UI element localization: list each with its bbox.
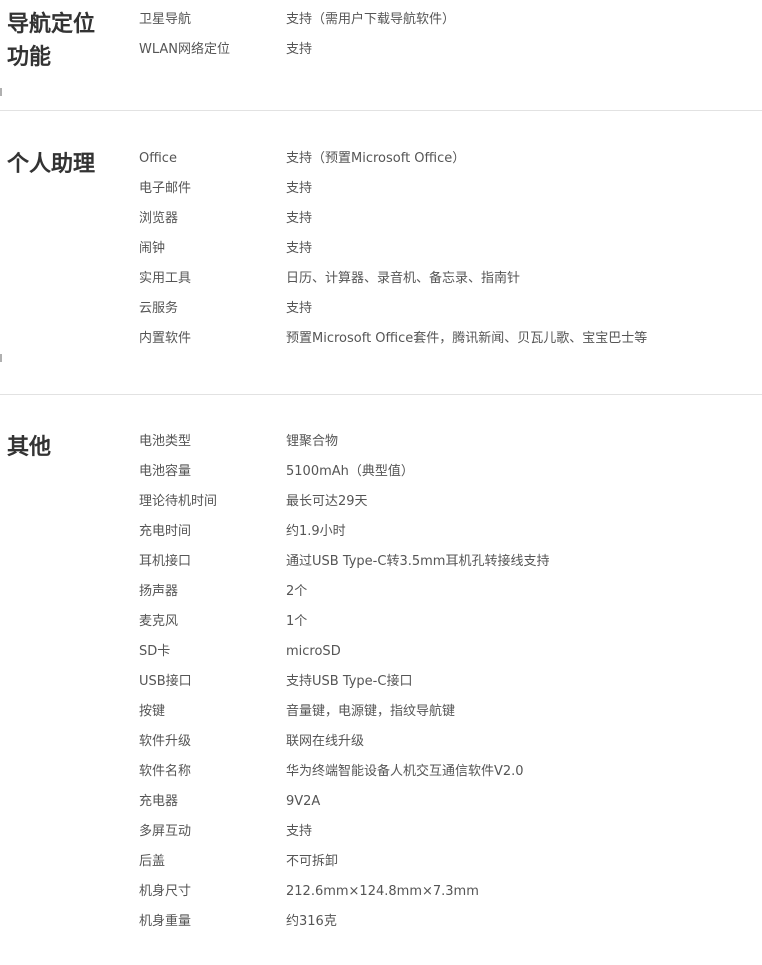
spec-key: 理论待机时间 xyxy=(139,494,218,509)
spec-key: 电池类型 xyxy=(139,434,192,449)
spec-row: 卫星导航 支持（需用户下载导航软件） xyxy=(0,5,762,35)
spec-key: 后盖 xyxy=(139,854,166,869)
spec-value: 约1.9小时 xyxy=(286,524,346,539)
spec-row: 充电时间 约1.9小时 xyxy=(0,517,762,547)
spec-row: 实用工具 日历、计算器、录音机、备忘录、指南针 xyxy=(0,264,762,294)
spec-key: 麦克风 xyxy=(139,614,179,629)
spec-value: 通过USB Type-C转3.5mm耳机孔转接线支持 xyxy=(286,554,550,569)
edge-mark xyxy=(0,88,2,96)
spec-row: 软件名称 华为终端智能设备人机交互通信软件V2.0 xyxy=(0,757,762,787)
spec-key: 耳机接口 xyxy=(139,554,192,569)
spec-row: 充电器 9V2A xyxy=(0,787,762,817)
spec-row: 电池类型 锂聚合物 xyxy=(0,427,762,457)
spec-value: 音量键，电源键，指纹导航键 xyxy=(286,704,456,719)
spec-key: 多屏互动 xyxy=(139,824,192,839)
spec-row: 按键 音量键，电源键，指纹导航键 xyxy=(0,697,762,727)
edge-mark xyxy=(0,354,2,362)
spec-key: 充电器 xyxy=(139,794,179,809)
spec-value: 锂聚合物 xyxy=(286,434,339,449)
spec-key: 软件名称 xyxy=(139,764,192,779)
spec-value: 1个 xyxy=(286,614,308,629)
spec-value: 支持 xyxy=(286,211,313,226)
spec-value: 支持（需用户下载导航软件） xyxy=(286,12,456,27)
spec-row: 多屏互动 支持 xyxy=(0,817,762,847)
spec-value: 最长可达29天 xyxy=(286,494,368,509)
spec-key: 闹钟 xyxy=(139,241,166,256)
spec-value: 日历、计算器、录音机、备忘录、指南针 xyxy=(286,271,521,286)
spec-value: 联网在线升级 xyxy=(286,734,365,749)
spec-row: 机身尺寸 212.6mm×124.8mm×7.3mm xyxy=(0,877,762,907)
spec-value: 约316克 xyxy=(286,914,337,929)
spec-row: 电池容量 5100mAh（典型值） xyxy=(0,457,762,487)
spec-value: 支持 xyxy=(286,181,313,196)
spec-key: SD卡 xyxy=(139,644,171,659)
spec-key: 电子邮件 xyxy=(139,181,192,196)
spec-row: 内置软件 预置Microsoft Office套件，腾讯新闻、贝瓦儿歌、宝宝巴士… xyxy=(0,324,762,354)
spec-row: 耳机接口 通过USB Type-C转3.5mm耳机孔转接线支持 xyxy=(0,547,762,577)
spec-key: 机身尺寸 xyxy=(139,884,192,899)
spec-key: 卫星导航 xyxy=(139,12,192,27)
spec-value: microSD xyxy=(286,644,341,659)
spec-value: 支持 xyxy=(286,824,313,839)
spec-value: 支持 xyxy=(286,301,313,316)
spec-row: Office 支持（预置Microsoft Office） xyxy=(0,144,762,174)
section-divider xyxy=(0,110,762,111)
spec-row: USB接口 支持USB Type-C接口 xyxy=(0,667,762,697)
spec-value: 预置Microsoft Office套件，腾讯新闻、贝瓦儿歌、宝宝巴士等 xyxy=(286,331,648,346)
spec-row: 云服务 支持 xyxy=(0,294,762,324)
spec-key: 扬声器 xyxy=(139,584,179,599)
spec-row: SD卡 microSD xyxy=(0,637,762,667)
spec-row: 机身重量 约316克 xyxy=(0,907,762,937)
spec-key: 浏览器 xyxy=(139,211,179,226)
spec-row: 软件升级 联网在线升级 xyxy=(0,727,762,757)
spec-key: 内置软件 xyxy=(139,331,192,346)
spec-value: 支持USB Type-C接口 xyxy=(286,674,413,689)
spec-row: WLAN网络定位 支持 xyxy=(0,35,762,65)
spec-value: 支持 xyxy=(286,241,313,256)
spec-key: 按键 xyxy=(139,704,166,719)
section-divider xyxy=(0,394,762,395)
spec-key: Office xyxy=(139,151,177,166)
spec-key: 云服务 xyxy=(139,301,179,316)
spec-key: 机身重量 xyxy=(139,914,192,929)
spec-row: 后盖 不可拆卸 xyxy=(0,847,762,877)
spec-key: 充电时间 xyxy=(139,524,192,539)
spec-row: 浏览器 支持 xyxy=(0,204,762,234)
spec-value: 5100mAh（典型值） xyxy=(286,464,414,479)
spec-key: 电池容量 xyxy=(139,464,192,479)
spec-value: 212.6mm×124.8mm×7.3mm xyxy=(286,884,479,899)
spec-row: 麦克风 1个 xyxy=(0,607,762,637)
spec-value: 不可拆卸 xyxy=(286,854,339,869)
spec-row: 闹钟 支持 xyxy=(0,234,762,264)
spec-value: 支持（预置Microsoft Office） xyxy=(286,151,466,166)
spec-value: 2个 xyxy=(286,584,308,599)
spec-value: 支持 xyxy=(286,42,313,57)
spec-value: 9V2A xyxy=(286,794,321,809)
spec-row: 扬声器 2个 xyxy=(0,577,762,607)
spec-row: 理论待机时间 最长可达29天 xyxy=(0,487,762,517)
spec-key: USB接口 xyxy=(139,674,192,689)
spec-key: 实用工具 xyxy=(139,271,192,286)
spec-row: 电子邮件 支持 xyxy=(0,174,762,204)
spec-key: 软件升级 xyxy=(139,734,192,749)
spec-value: 华为终端智能设备人机交互通信软件V2.0 xyxy=(286,764,524,779)
spec-key: WLAN网络定位 xyxy=(139,42,231,57)
